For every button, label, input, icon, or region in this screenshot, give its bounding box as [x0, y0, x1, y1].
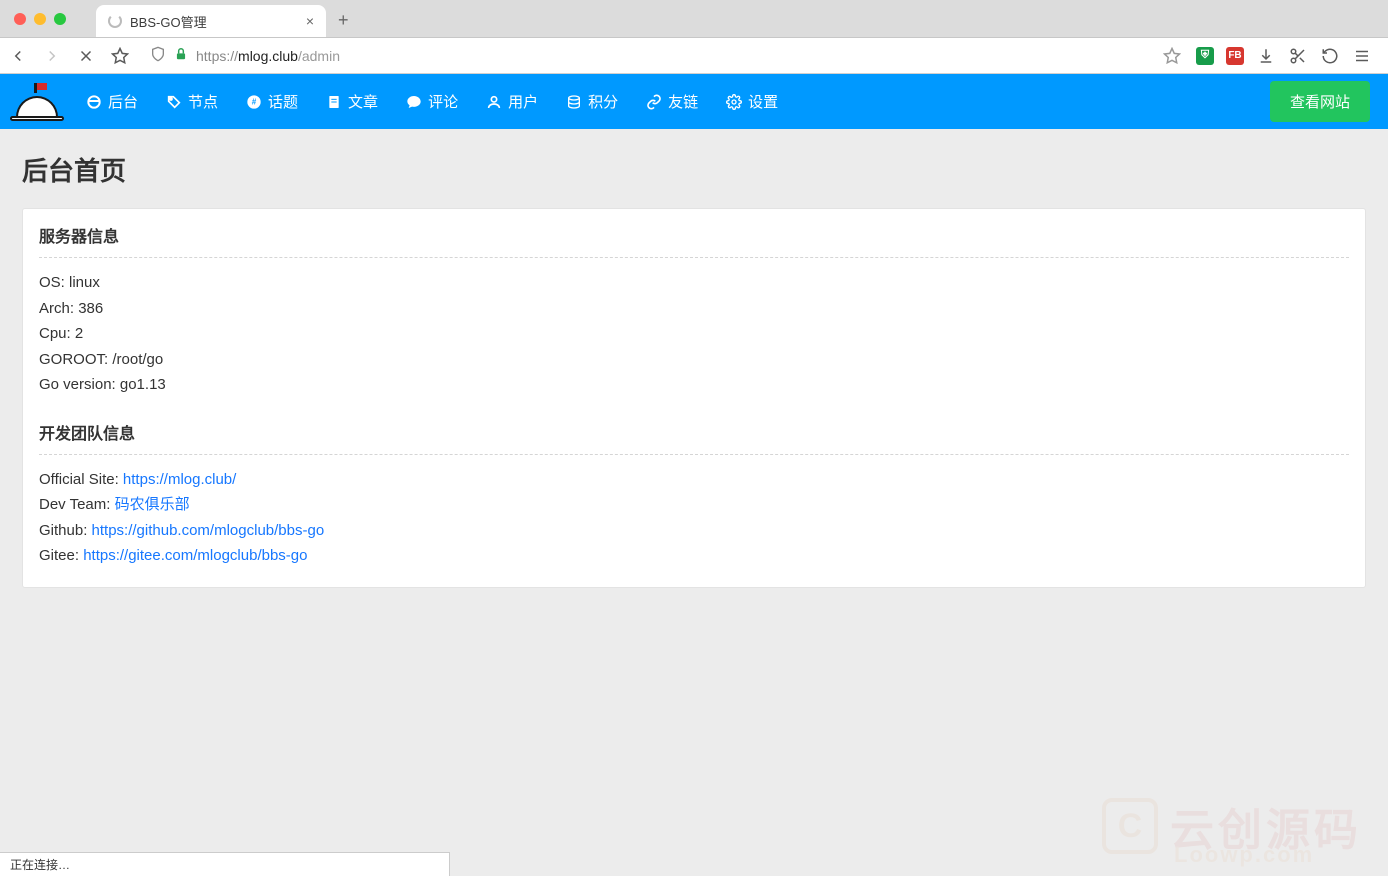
scissors-icon[interactable]: [1288, 46, 1308, 66]
info-value: /root/go: [112, 351, 163, 368]
info-line: GOROOT: /root/go: [39, 347, 1349, 373]
nav-item-label: 积分: [588, 91, 618, 112]
info-label: Github:: [39, 522, 92, 539]
nav-item-label: 用户: [508, 91, 538, 112]
view-site-button[interactable]: 查看网站: [1270, 81, 1370, 122]
star-outline-icon[interactable]: [1162, 46, 1182, 66]
nav-item-label: 友链: [668, 91, 698, 112]
bookmark-star-icon[interactable]: [110, 46, 130, 66]
window-close-button[interactable]: [14, 13, 26, 25]
server-info-heading: 服务器信息: [39, 223, 1349, 258]
url-input[interactable]: https://mlog.club/admin: [144, 46, 1148, 65]
traffic-lights: [14, 13, 66, 25]
app-logo[interactable]: [10, 83, 64, 121]
server-info-list: OS: linuxArch: 386Cpu: 2GOROOT: /root/go…: [39, 270, 1349, 398]
close-icon[interactable]: ×: [306, 13, 314, 29]
menu-icon[interactable]: [1352, 46, 1372, 66]
tabs-area: BBS-GO管理 × +: [96, 0, 349, 37]
info-line: Cpu: 2: [39, 321, 1349, 347]
hash-icon: #: [246, 94, 262, 110]
page-title: 后台首页: [22, 151, 1366, 188]
nav-item-doc[interactable]: 文章: [326, 91, 378, 112]
info-line: Go version: go1.13: [39, 372, 1349, 398]
info-card: 服务器信息 OS: linuxArch: 386Cpu: 2GOROOT: /r…: [22, 208, 1366, 588]
info-label: Gitee:: [39, 547, 83, 564]
nav-item-label: 设置: [748, 91, 778, 112]
nav-item-comment[interactable]: 评论: [406, 91, 458, 112]
team-info-list: Official Site: https://mlog.club/Dev Tea…: [39, 467, 1349, 569]
nav-item-dashboard[interactable]: 后台: [86, 91, 138, 112]
shield-icon: [150, 46, 166, 65]
comment-icon: [406, 94, 422, 110]
back-button[interactable]: [8, 46, 28, 66]
loading-spinner-icon: [108, 14, 122, 28]
address-bar: https://mlog.club/admin ⛨ FB: [0, 38, 1388, 74]
gear-icon: [726, 94, 742, 110]
link-icon: [646, 94, 662, 110]
info-line: OS: linux: [39, 270, 1349, 296]
info-label: OS:: [39, 274, 69, 291]
nav-item-hash[interactable]: # 话题: [246, 91, 298, 112]
extension-shield-icon[interactable]: ⛨: [1196, 47, 1214, 65]
nav-item-label: 节点: [188, 91, 218, 112]
svg-text:#: #: [252, 97, 257, 106]
info-label: Cpu:: [39, 325, 75, 342]
info-line: Official Site: https://mlog.club/: [39, 467, 1349, 493]
history-icon[interactable]: [1320, 46, 1340, 66]
doc-icon: [326, 94, 342, 110]
info-label: Dev Team:: [39, 496, 115, 513]
main-nav: 后台 节点 # 话题 文章 评论 用户 积分 友链 设置: [86, 91, 778, 112]
nav-item-link[interactable]: 友链: [646, 91, 698, 112]
info-line: Github: https://github.com/mlogclub/bbs-…: [39, 518, 1349, 544]
info-label: Go version:: [39, 376, 120, 393]
info-line: Gitee: https://gitee.com/mlogclub/bbs-go: [39, 543, 1349, 569]
downloads-icon[interactable]: [1256, 46, 1276, 66]
nav-item-user[interactable]: 用户: [486, 91, 538, 112]
tab-title: BBS-GO管理: [130, 12, 207, 31]
tag-icon: [166, 94, 182, 110]
info-link[interactable]: 码农俱乐部: [115, 496, 190, 513]
nav-item-tag[interactable]: 节点: [166, 91, 218, 112]
extension-fb-icon[interactable]: FB: [1226, 47, 1244, 65]
window-maximize-button[interactable]: [54, 13, 66, 25]
info-label: Official Site:: [39, 471, 123, 488]
team-info-heading: 开发团队信息: [39, 420, 1349, 455]
dashboard-icon: [86, 94, 102, 110]
app-header: 后台 节点 # 话题 文章 评论 用户 积分 友链 设置 查看网站: [0, 74, 1388, 129]
nav-item-label: 文章: [348, 91, 378, 112]
nav-item-label: 后台: [108, 91, 138, 112]
info-value: 2: [75, 325, 83, 342]
nav-item-coin[interactable]: 积分: [566, 91, 618, 112]
page-content: 后台首页 服务器信息 OS: linuxArch: 386Cpu: 2GOROO…: [0, 129, 1388, 610]
info-link[interactable]: https://github.com/mlogclub/bbs-go: [92, 522, 325, 539]
browser-tab[interactable]: BBS-GO管理 ×: [96, 5, 326, 37]
info-line: Arch: 386: [39, 296, 1349, 322]
user-icon: [486, 94, 502, 110]
nav-item-label: 评论: [428, 91, 458, 112]
info-label: Arch:: [39, 300, 78, 317]
lock-icon: [174, 47, 188, 64]
info-link[interactable]: https://gitee.com/mlogclub/bbs-go: [83, 547, 307, 564]
status-bar: 正在连接…: [0, 852, 450, 876]
info-line: Dev Team: 码农俱乐部: [39, 492, 1349, 518]
toolbar-right: ⛨ FB: [1196, 46, 1372, 66]
forward-button[interactable]: [42, 46, 62, 66]
url-text: https://mlog.club/admin: [196, 48, 340, 64]
info-label: GOROOT:: [39, 351, 112, 368]
nav-item-label: 话题: [268, 91, 298, 112]
nav-item-gear[interactable]: 设置: [726, 91, 778, 112]
info-value: linux: [69, 274, 100, 291]
info-value: go1.13: [120, 376, 166, 393]
coin-icon: [566, 94, 582, 110]
window-minimize-button[interactable]: [34, 13, 46, 25]
browser-tab-strip: BBS-GO管理 × +: [0, 0, 1388, 38]
info-link[interactable]: https://mlog.club/: [123, 471, 236, 488]
stop-button[interactable]: [76, 46, 96, 66]
new-tab-button[interactable]: +: [338, 10, 349, 31]
info-value: 386: [78, 300, 103, 317]
watermark: C 云创源码 Loowp.com: [1102, 794, 1362, 858]
